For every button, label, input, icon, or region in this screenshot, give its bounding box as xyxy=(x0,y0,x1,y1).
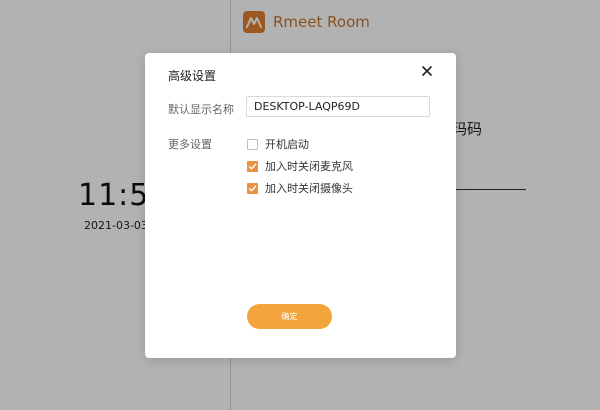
close-icon xyxy=(422,66,432,76)
option-disable-camera[interactable]: 加入时关闭摄像头 xyxy=(247,180,353,196)
checkmark-icon xyxy=(248,163,257,169)
mute-mic-label: 加入时关闭麦克风 xyxy=(265,160,353,173)
mute-mic-checkbox[interactable] xyxy=(247,160,258,172)
app-window: 11:59 2021-03-03 Rmeet Room 玛码 高级设置 默认显示… xyxy=(0,0,600,410)
close-button[interactable] xyxy=(419,63,435,79)
display-name-input[interactable] xyxy=(246,96,430,117)
option-auto-start[interactable]: 开机启动 xyxy=(247,136,309,152)
disable-camera-checkbox[interactable] xyxy=(247,182,258,194)
advanced-settings-dialog: 高级设置 默认显示名称 更多设置 开机启动 加入时关闭麦克风 xyxy=(145,53,456,358)
option-mute-mic[interactable]: 加入时关闭麦克风 xyxy=(247,158,353,174)
display-name-label: 默认显示名称 xyxy=(168,103,234,116)
more-settings-label: 更多设置 xyxy=(168,138,212,151)
checkmark-icon xyxy=(248,185,257,191)
auto-start-label: 开机启动 xyxy=(265,138,309,151)
dialog-title: 高级设置 xyxy=(168,69,217,83)
disable-camera-label: 加入时关闭摄像头 xyxy=(265,182,353,195)
confirm-button[interactable]: 确定 xyxy=(247,304,332,329)
auto-start-checkbox[interactable] xyxy=(247,138,258,150)
